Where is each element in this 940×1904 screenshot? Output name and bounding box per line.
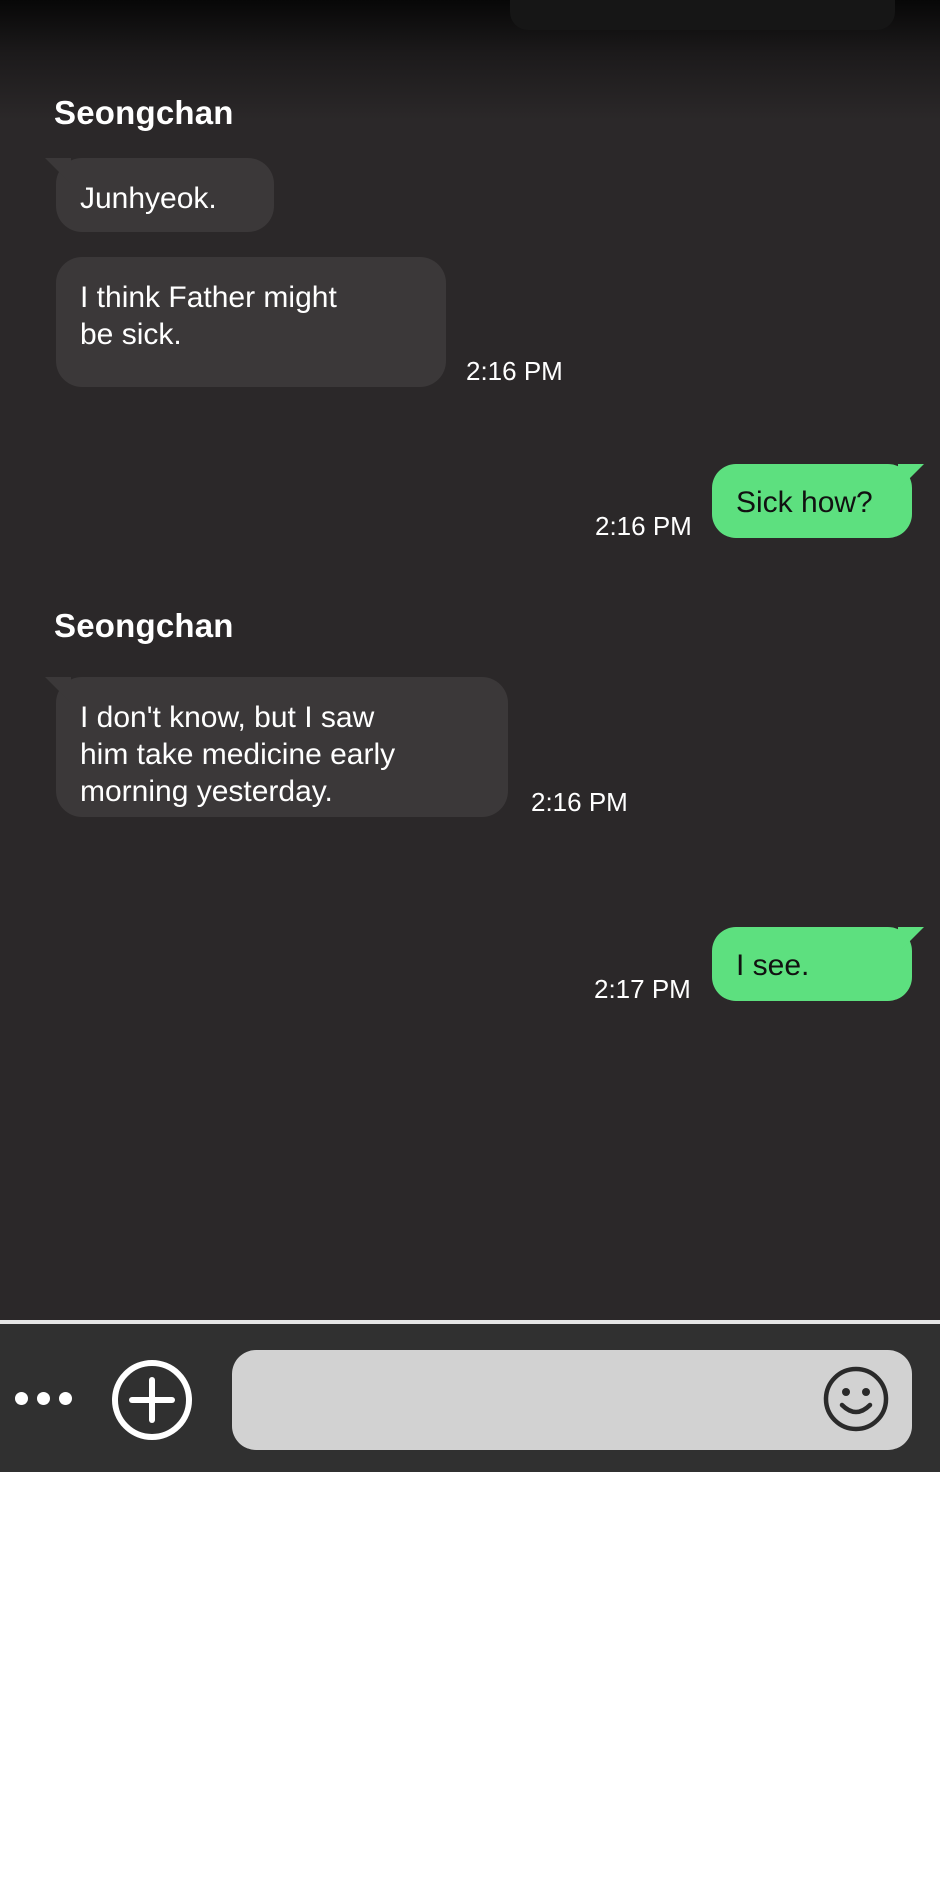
plus-circle-icon[interactable] [110,1358,194,1442]
more-horizontal-icon [58,1391,72,1405]
message-timestamp: 2:16 PM [466,356,563,386]
message-bubble-incoming[interactable]: I don't know, but I saw him take medicin… [45,677,508,817]
message-timestamp: 2:17 PM [594,974,691,1004]
more-horizontal-icon [36,1391,50,1405]
top-notch-pill [510,0,895,30]
sender-name: Seongchan [54,607,234,644]
sender-name: Seongchan [54,94,234,131]
message-bubble-incoming[interactable]: Junhyeok. [45,158,274,232]
message-input[interactable] [232,1350,912,1450]
message-bubble-incoming[interactable]: I think Father might be sick. [56,257,446,387]
more-options-button[interactable] [10,1368,76,1428]
message-bubble-outgoing[interactable]: I see. [712,927,924,1001]
message-timestamp: 2:16 PM [531,787,628,817]
chat-screen: Seongchan Junhyeok. I think Father might… [0,0,940,1472]
blank-area [0,1472,940,1904]
message-input-bar [0,1320,940,1472]
message-timestamp: 2:16 PM [595,511,692,541]
smiley-icon[interactable] [821,1364,891,1434]
more-horizontal-icon [14,1391,28,1405]
message-bubble-outgoing[interactable]: Sick how? [712,464,924,538]
